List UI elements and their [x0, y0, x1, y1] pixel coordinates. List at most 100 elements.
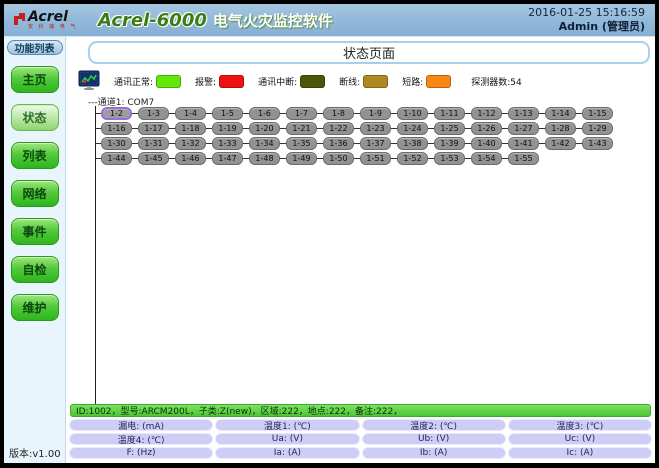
- legend-item: 短路:: [402, 75, 451, 88]
- sidebar-button-自检[interactable]: 自检: [11, 256, 59, 283]
- detector-node-1-4[interactable]: 1-4: [175, 107, 206, 120]
- metric-field: Ua: (V): [215, 433, 359, 445]
- metric-field: Uc: (V): [508, 433, 652, 445]
- page-title: 状态页面: [88, 41, 650, 64]
- status-color-swatch: [363, 75, 388, 88]
- detector-node-1-27[interactable]: 1-27: [508, 122, 539, 135]
- app-name: Acrel-6000: [98, 10, 207, 31]
- detector-node-1-19[interactable]: 1-19: [212, 122, 243, 135]
- detector-node-1-31[interactable]: 1-31: [138, 137, 169, 150]
- metric-field: Ub: (V): [362, 433, 506, 445]
- sidebar-header: 功能列表: [7, 40, 63, 55]
- sidebar-button-网络[interactable]: 网络: [11, 180, 59, 207]
- detector-node-1-38[interactable]: 1-38: [397, 137, 428, 150]
- detector-node-1-35[interactable]: 1-35: [286, 137, 317, 150]
- metric-field: F: (Hz): [69, 447, 213, 459]
- detector-node-1-13[interactable]: 1-13: [508, 107, 539, 120]
- detector-node-1-6[interactable]: 1-6: [249, 107, 280, 120]
- detector-node-1-49[interactable]: 1-49: [286, 152, 317, 165]
- current-user: Admin (管理员): [528, 20, 645, 34]
- detector-node-1-53[interactable]: 1-53: [434, 152, 465, 165]
- status-color-swatch: [219, 75, 244, 88]
- detector-node-1-34[interactable]: 1-34: [249, 137, 280, 150]
- detector-node-1-36[interactable]: 1-36: [323, 137, 354, 150]
- metric-field: 温度1: (℃): [215, 419, 359, 431]
- detector-node-1-37[interactable]: 1-37: [360, 137, 391, 150]
- status-color-swatch: [156, 75, 181, 88]
- detector-node-1-7[interactable]: 1-7: [286, 107, 317, 120]
- detector-node-1-30[interactable]: 1-30: [101, 137, 132, 150]
- monitor-icon: [78, 70, 100, 92]
- legend-label: 通讯正常:: [114, 75, 153, 88]
- detector-node-1-46[interactable]: 1-46: [175, 152, 206, 165]
- detector-node-1-45[interactable]: 1-45: [138, 152, 169, 165]
- tree-trunk-line: [95, 106, 96, 404]
- detector-node-1-43[interactable]: 1-43: [582, 137, 613, 150]
- legend-label: 短路:: [402, 75, 423, 88]
- detector-node-1-18[interactable]: 1-18: [175, 122, 206, 135]
- detector-node-1-9[interactable]: 1-9: [360, 107, 391, 120]
- detector-node-1-44[interactable]: 1-44: [101, 152, 132, 165]
- metric-field: Ib: (A): [362, 447, 506, 459]
- detector-node-1-15[interactable]: 1-15: [582, 107, 613, 120]
- legend-item: 断线:: [339, 75, 388, 88]
- detector-node-1-10[interactable]: 1-10: [397, 107, 428, 120]
- metrics-grid: 漏电: (mA)温度1: (℃)温度2: (℃)温度3: (℃) 温度4: (℃)…: [69, 419, 652, 459]
- version-label: 版本:v1.00: [9, 445, 61, 460]
- detector-node-1-8[interactable]: 1-8: [323, 107, 354, 120]
- device-tree: ---通道1: COM7 1-21-31-41-51-61-71-81-91-1…: [66, 93, 655, 404]
- detector-node-1-52[interactable]: 1-52: [397, 152, 428, 165]
- detector-node-1-47[interactable]: 1-47: [212, 152, 243, 165]
- detector-node-1-21[interactable]: 1-21: [286, 122, 317, 135]
- detector-node-1-33[interactable]: 1-33: [212, 137, 243, 150]
- sidebar-button-主页[interactable]: 主页: [11, 66, 59, 93]
- tree-node-row: 1-2 1-3 1-4 1-5 1-6 1-7 1-8 1-9 1-10 1-11 1-12 1-13…: [95, 106, 655, 121]
- detector-node-1-11[interactable]: 1-11: [434, 107, 465, 120]
- detector-node-1-5[interactable]: 1-5: [212, 107, 243, 120]
- metric-field: Ia: (A): [215, 447, 359, 459]
- datetime: 2016-01-25 15:16:59: [528, 6, 645, 20]
- metric-field: 漏电: (mA): [69, 419, 213, 431]
- tree-root-channel[interactable]: ---通道1: COM7: [88, 93, 655, 106]
- detector-node-1-29[interactable]: 1-29: [582, 122, 613, 135]
- detector-node-1-50[interactable]: 1-50: [323, 152, 354, 165]
- detector-node-1-54[interactable]: 1-54: [471, 152, 502, 165]
- detector-node-1-23[interactable]: 1-23: [360, 122, 391, 135]
- tree-node-row: 1-16 1-17 1-18 1-19 1-20 1-21 1-22 1-23 1-24 1-25…: [95, 121, 655, 136]
- detector-node-1-14[interactable]: 1-14: [545, 107, 576, 120]
- detector-node-1-3[interactable]: 1-3: [138, 107, 169, 120]
- detector-node-1-17[interactable]: 1-17: [138, 122, 169, 135]
- detector-node-1-51[interactable]: 1-51: [360, 152, 391, 165]
- sidebar-button-事件[interactable]: 事件: [11, 218, 59, 245]
- detector-node-1-42[interactable]: 1-42: [545, 137, 576, 150]
- sidebar-button-状态[interactable]: 状态: [11, 104, 59, 131]
- detector-node-1-16[interactable]: 1-16: [101, 122, 132, 135]
- detector-node-1-48[interactable]: 1-48: [249, 152, 280, 165]
- acrel-logo: Acrel 安 科 瑞 电 气: [12, 10, 84, 30]
- detector-node-1-28[interactable]: 1-28: [545, 122, 576, 135]
- metric-field: 温度2: (℃): [362, 419, 506, 431]
- detector-node-1-12[interactable]: 1-12: [471, 107, 502, 120]
- detector-node-1-22[interactable]: 1-22: [323, 122, 354, 135]
- detector-node-1-25[interactable]: 1-25: [434, 122, 465, 135]
- metric-field: 温度3: (℃): [508, 419, 652, 431]
- app-title: 电气火灾监控软件: [213, 10, 333, 31]
- legend-label: 报警:: [195, 75, 216, 88]
- tree-node-row: 1-44 1-45 1-46 1-47 1-48 1-49 1-50 1-51 1-52 1-53…: [95, 151, 655, 166]
- detector-node-1-55[interactable]: 1-55: [508, 152, 539, 165]
- logo-brand-text: Acrel: [28, 10, 77, 24]
- detector-node-1-24[interactable]: 1-24: [397, 122, 428, 135]
- metric-field: 温度4: (℃): [69, 433, 213, 445]
- detector-node-1-2[interactable]: 1-2: [101, 107, 132, 120]
- legend-label: 通讯中断:: [258, 75, 297, 88]
- detector-node-1-20[interactable]: 1-20: [249, 122, 280, 135]
- detector-node-1-41[interactable]: 1-41: [508, 137, 539, 150]
- detector-node-1-26[interactable]: 1-26: [471, 122, 502, 135]
- detector-node-1-39[interactable]: 1-39: [434, 137, 465, 150]
- legend-item: 报警:: [195, 75, 244, 88]
- sidebar-button-列表[interactable]: 列表: [11, 142, 59, 169]
- detector-node-1-40[interactable]: 1-40: [471, 137, 502, 150]
- legend-item: 通讯中断:: [258, 75, 325, 88]
- detector-node-1-32[interactable]: 1-32: [175, 137, 206, 150]
- sidebar-button-维护[interactable]: 维护: [11, 294, 59, 321]
